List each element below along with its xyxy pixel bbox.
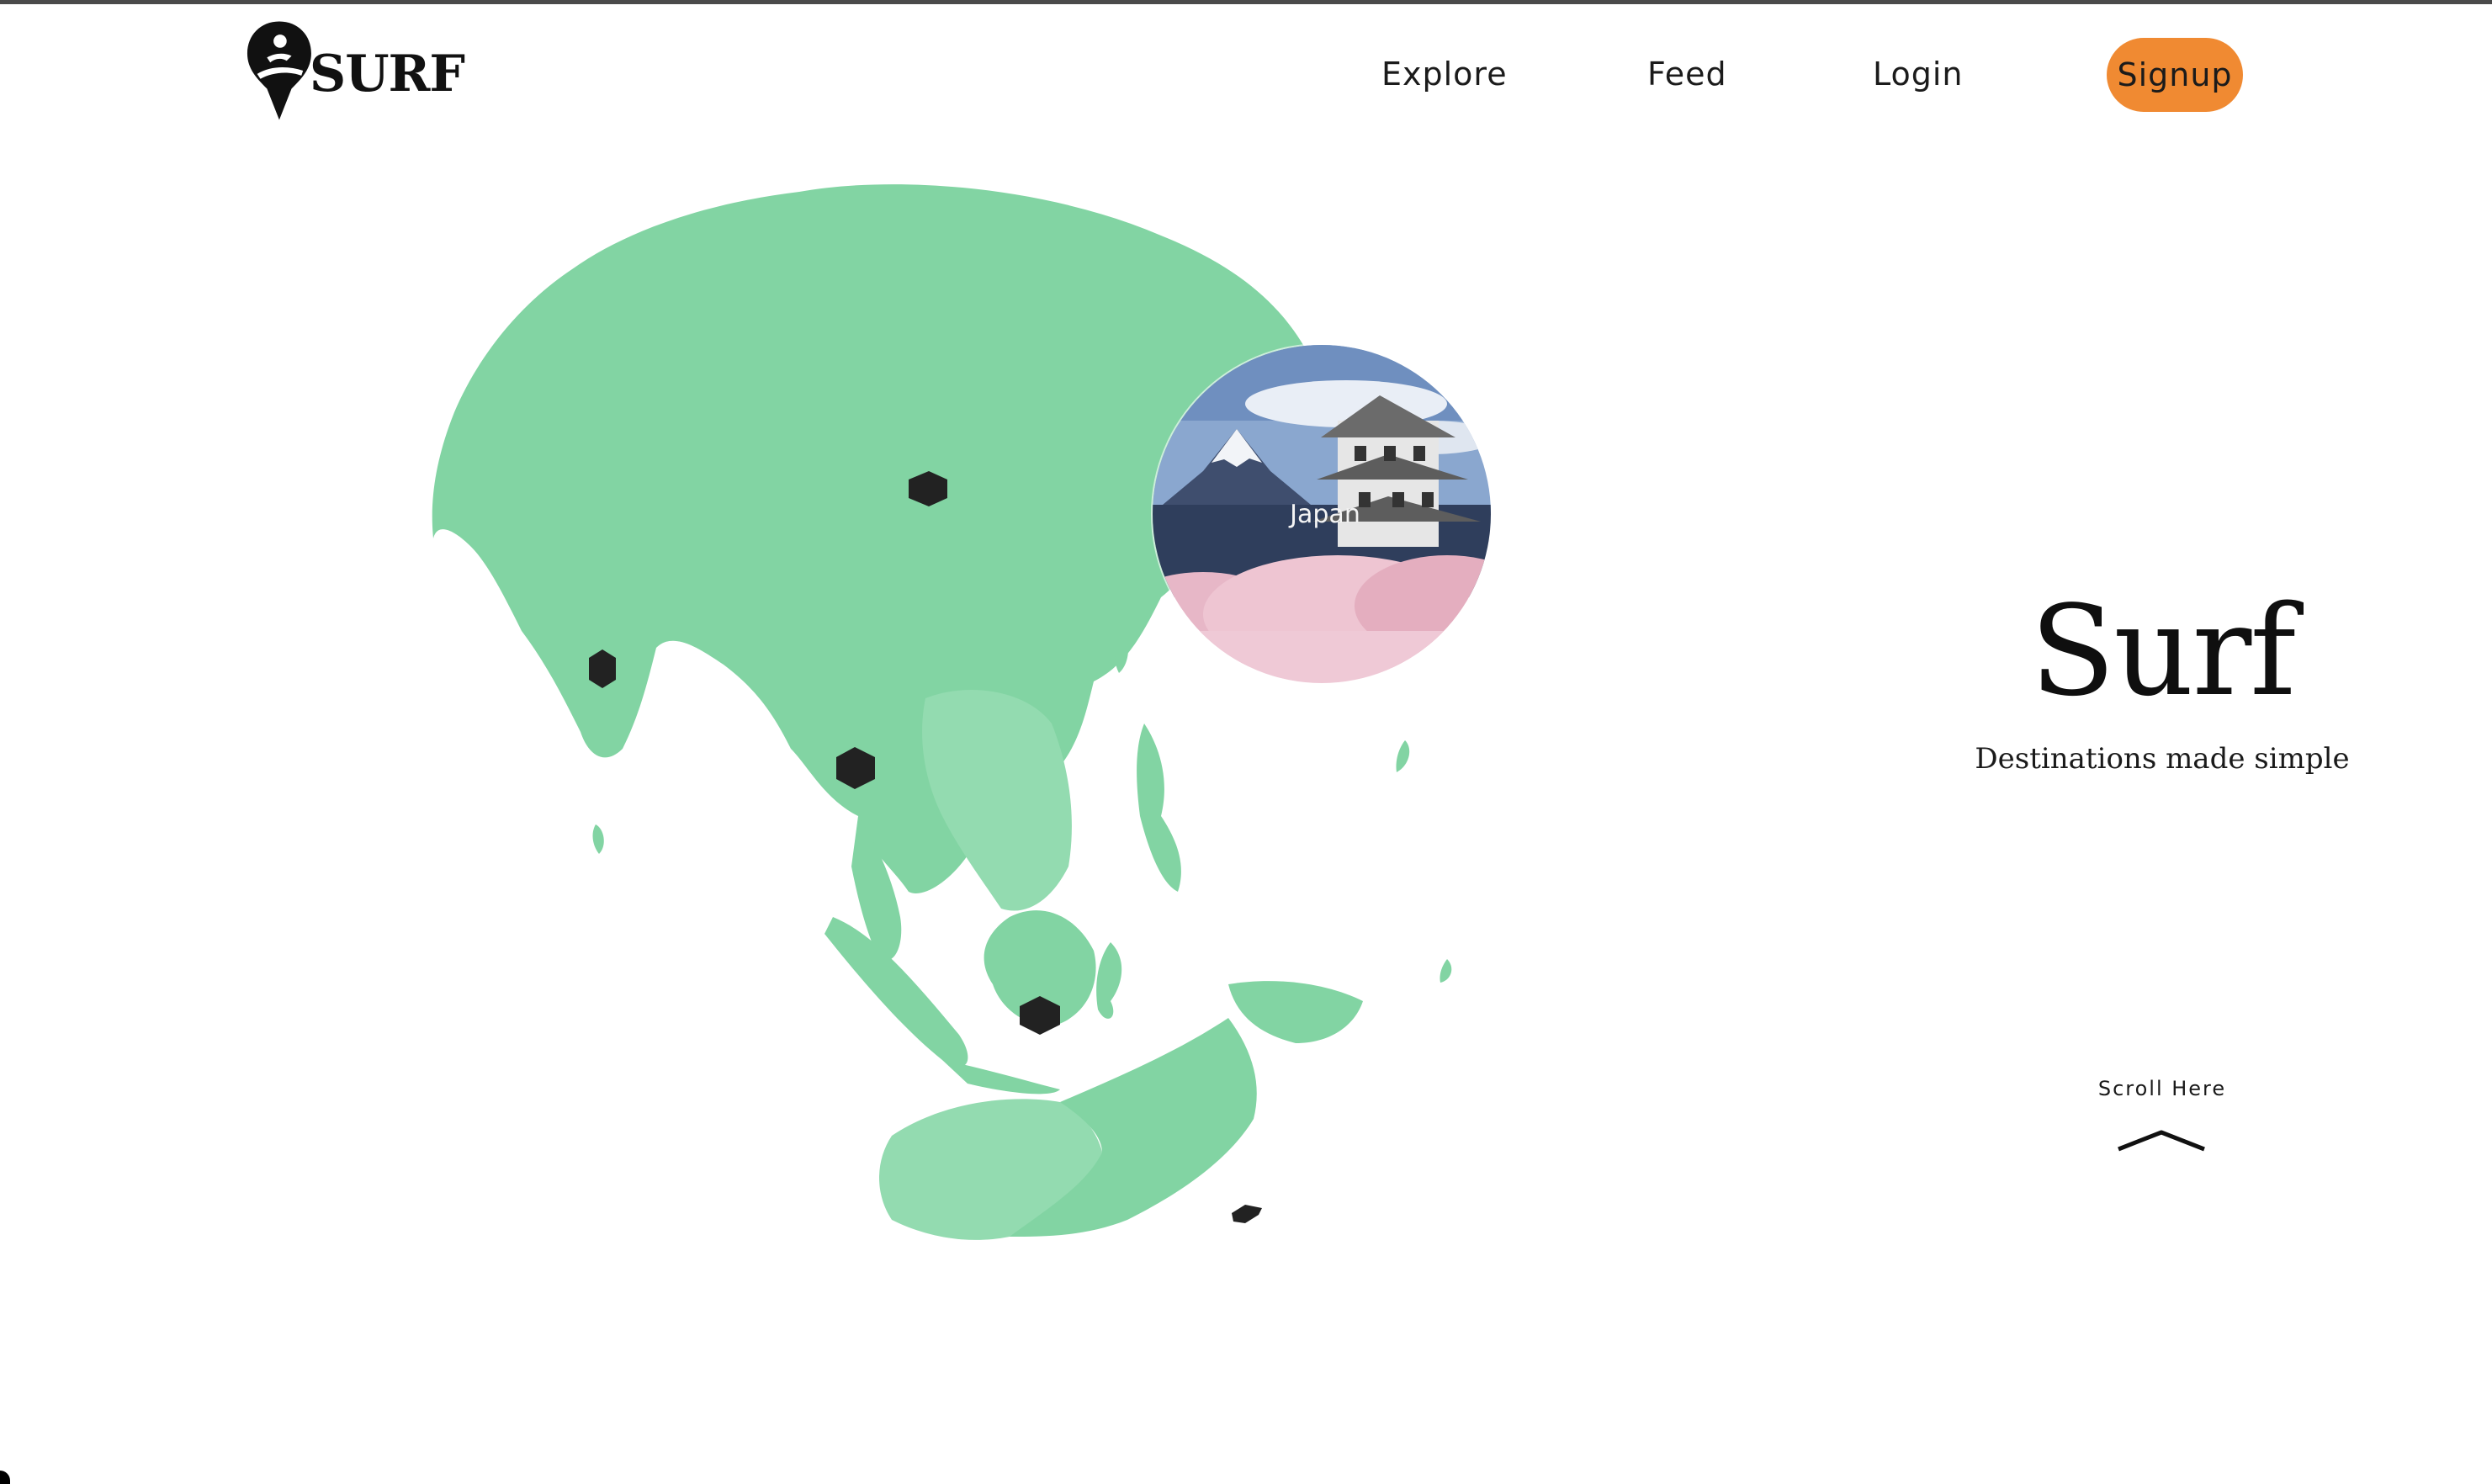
surf-logo[interactable]: SURF — [246, 19, 465, 123]
map-marker-australia[interactable] — [1232, 1205, 1262, 1223]
hero-subtitle: Destinations made simple — [1975, 742, 2350, 776]
signup-button[interactable]: Signup — [2107, 38, 2243, 112]
window-top-border — [0, 0, 2492, 4]
landmass-philippines — [1137, 723, 1181, 892]
landmass-islands-south — [1440, 959, 1452, 983]
landmass-new-guinea — [1228, 981, 1363, 1043]
scroll-prompt[interactable]: Scroll Here — [2036, 1077, 2288, 1100]
landmass-islands-east — [1396, 740, 1410, 772]
landmass-java — [942, 1060, 1060, 1094]
window-corner — [0, 1471, 10, 1484]
nav-explore[interactable]: Explore — [1381, 56, 1508, 93]
landmass-sri-lanka — [592, 824, 604, 854]
destination-bubble-japan[interactable]: Japan — [1153, 345, 1491, 683]
nav-feed[interactable]: Feed — [1647, 56, 1727, 93]
destination-label: Japan — [1290, 499, 1360, 529]
nav-login[interactable]: Login — [1873, 56, 1964, 93]
location-pin-surfer-icon — [247, 21, 311, 120]
hero-title: Surf — [2029, 579, 2296, 723]
chevron-up-icon[interactable] — [2115, 1127, 2208, 1154]
landmass-sulawesi — [1096, 942, 1122, 1019]
logo-wordmark: SURF — [309, 45, 465, 103]
